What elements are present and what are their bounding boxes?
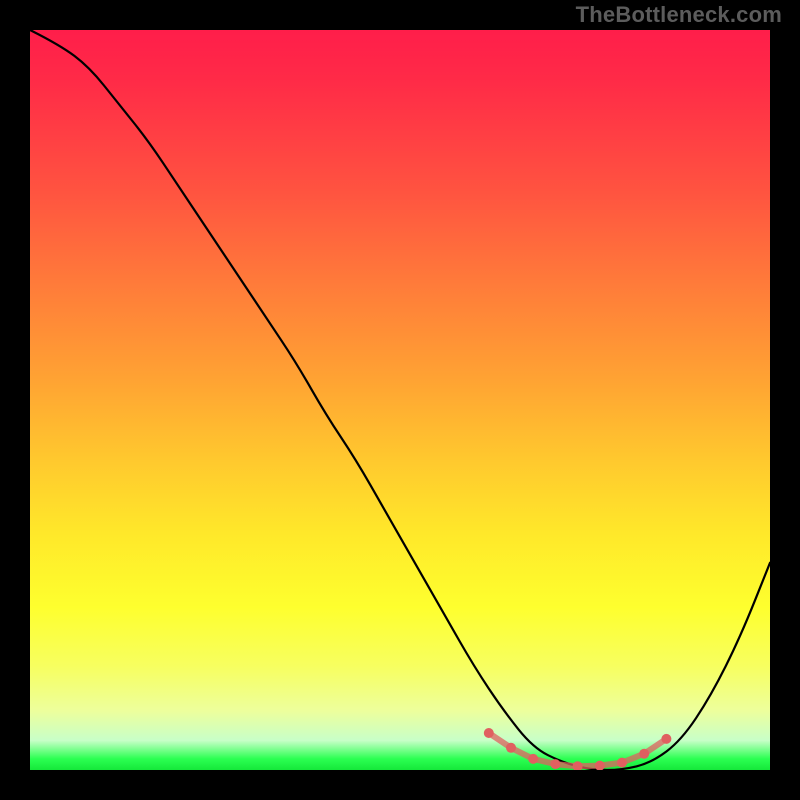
optimal-zone-markers [30,30,770,770]
watermark-text: TheBottleneck.com [576,2,782,28]
marker-dot [639,749,649,759]
marker-dot [573,761,583,770]
marker-dot [550,759,560,769]
marker-dot [617,758,627,768]
marker-group [484,728,672,770]
marker-dot [484,728,494,738]
plot-area [30,30,770,770]
marker-dot [506,743,516,753]
marker-dot [528,754,538,764]
marker-dot [661,734,671,744]
marker-dot [595,761,605,770]
chart-frame: TheBottleneck.com [0,0,800,800]
